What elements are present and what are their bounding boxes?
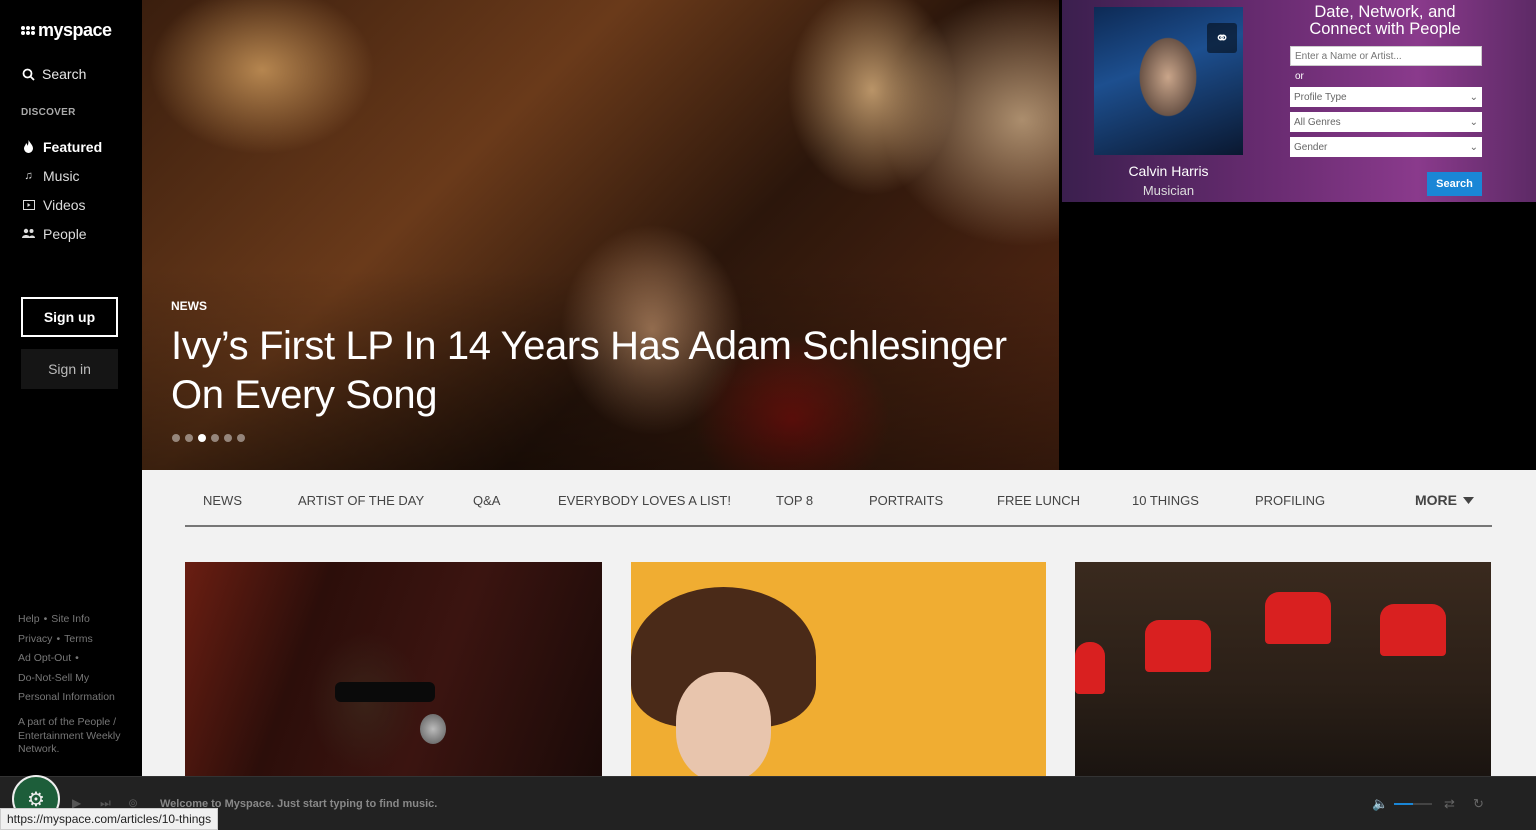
tab-news[interactable]: NEWS: [203, 493, 242, 508]
article-card-2[interactable]: [631, 562, 1046, 776]
volume-fill: [1394, 803, 1414, 805]
hero-tag: NEWS: [171, 299, 207, 313]
ad-opt-out-link[interactable]: Ad Opt-Out: [18, 652, 71, 664]
ad-search-button[interactable]: Search: [1427, 172, 1482, 196]
status-bar-url: https://myspace.com/articles/10-things: [0, 808, 219, 830]
footer-links: Help • Site Info Privacy • Terms Ad Opt-Out •…: [18, 610, 115, 708]
do-not-sell-link-line1[interactable]: Do-Not-Sell My: [18, 669, 115, 689]
volume-control[interactable]: 🔈: [1372, 796, 1433, 812]
ad-profile-name: Calvin Harris: [1128, 163, 1209, 179]
card-image-detail: [1265, 592, 1331, 644]
music-note-icon: ♫: [24, 169, 33, 182]
card-image-detail: [420, 714, 446, 744]
nav-item-videos[interactable]: Videos: [22, 190, 102, 219]
tab-qa[interactable]: Q&A: [473, 493, 500, 508]
tab-free-lunch[interactable]: FREE LUNCH: [997, 493, 1080, 508]
sign-in-button[interactable]: Sign in: [21, 349, 118, 389]
hero-title[interactable]: Ivy’s First LP In 14 Years Has Adam Schl…: [171, 322, 1031, 420]
privacy-link[interactable]: Privacy: [18, 633, 52, 645]
repeat-icon[interactable]: ↻: [1473, 796, 1484, 812]
caret-down-icon: [1463, 496, 1474, 504]
slide-dot[interactable]: [237, 434, 245, 442]
slide-dot-active[interactable]: [198, 434, 206, 442]
tab-profiling[interactable]: PROFILING: [1255, 493, 1325, 508]
nav-item-featured[interactable]: Featured: [22, 132, 102, 161]
discover-nav: Featured ♫ Music Videos People: [22, 132, 102, 248]
slide-dot[interactable]: [224, 434, 232, 442]
more-label: MORE: [1415, 492, 1457, 508]
genres-value: All Genres: [1294, 116, 1341, 128]
hero-slide[interactable]: NEWS Ivy’s First LP In 14 Years Has Adam…: [142, 0, 1059, 470]
profile-type-value: Profile Type: [1294, 91, 1347, 103]
tab-everybody-loves-a-list[interactable]: EVERYBODY LOVES A LIST!: [558, 493, 731, 508]
nav-item-music[interactable]: ♫ Music: [22, 161, 102, 190]
search-link[interactable]: Search: [22, 66, 86, 82]
volume-slider[interactable]: [1394, 803, 1433, 805]
search-icon: [22, 68, 35, 81]
slide-dot[interactable]: [172, 434, 180, 442]
volume-icon: 🔈: [1372, 796, 1389, 811]
myspace-logo[interactable]: myspace: [21, 20, 112, 41]
people-icon: [22, 227, 35, 240]
nav-item-people[interactable]: People: [22, 219, 102, 248]
card-image-detail: [676, 672, 771, 776]
profile-type-select[interactable]: Profile Type ⌄: [1290, 87, 1482, 107]
rings-icon: ⚭: [1207, 23, 1237, 53]
gender-value: Gender: [1294, 141, 1328, 153]
video-icon: [22, 198, 35, 211]
ad-heading: Date, Network, and Connect with People: [1309, 3, 1461, 38]
chevron-down-icon: ⌄: [1469, 116, 1478, 128]
slide-dots: [172, 434, 245, 442]
card-image-detail: [1145, 620, 1211, 672]
logo-text: myspace: [38, 20, 112, 40]
tab-top-8[interactable]: TOP 8: [776, 493, 813, 508]
network-note: A part of the People / Entertainment Wee…: [18, 716, 121, 755]
tab-10-things[interactable]: 10 THINGS: [1132, 493, 1199, 508]
tab-artist-of-the-day[interactable]: ARTIST OF THE DAY: [298, 493, 424, 508]
chevron-down-icon: ⌄: [1469, 91, 1478, 103]
nav-label-videos: Videos: [43, 196, 86, 213]
card-image-detail: [1075, 642, 1105, 694]
slide-dot[interactable]: [185, 434, 193, 442]
sign-up-button[interactable]: Sign up: [21, 297, 118, 337]
tab-portraits[interactable]: PORTRAITS: [869, 493, 943, 508]
article-card-3[interactable]: [1075, 562, 1491, 776]
do-not-sell-link-line2[interactable]: Personal Information: [18, 688, 115, 708]
ad-profile-photo[interactable]: ⚭: [1094, 7, 1243, 155]
ad-or-label: or: [1295, 71, 1304, 82]
category-tabs: NEWS ARTIST OF THE DAY Q&A EVERYBODY LOV…: [185, 482, 1492, 527]
terms-link[interactable]: Terms: [64, 633, 93, 645]
video-player-area[interactable]: [1062, 205, 1536, 470]
site-info-link[interactable]: Site Info: [51, 613, 90, 625]
nav-label-people: People: [43, 225, 87, 242]
nav-label-music: Music: [43, 167, 80, 184]
card-image-detail: [1380, 604, 1446, 656]
genres-select[interactable]: All Genres ⌄: [1290, 112, 1482, 132]
dating-ad-banner: ⚭ Calvin Harris Musician Date, Network, …: [1062, 0, 1536, 202]
chevron-down-icon: ⌄: [1469, 141, 1478, 153]
discover-heading: DISCOVER: [21, 107, 76, 118]
ad-profile-role: Musician: [1142, 183, 1195, 198]
slide-dot[interactable]: [211, 434, 219, 442]
search-label: Search: [42, 66, 87, 82]
flame-icon: [22, 140, 35, 153]
nav-label-featured: Featured: [43, 138, 103, 155]
sidebar: myspace Search DISCOVER Featured ♫ Music…: [0, 0, 142, 776]
more-tabs-button[interactable]: MORE: [1415, 492, 1474, 508]
help-link[interactable]: Help: [18, 613, 40, 625]
gender-select[interactable]: Gender ⌄: [1290, 137, 1482, 157]
card-image-detail: [335, 682, 435, 702]
logo-dots-icon: [21, 26, 35, 35]
article-card-1[interactable]: [185, 562, 602, 776]
ad-name-input[interactable]: [1290, 46, 1482, 66]
shuffle-icon[interactable]: ⇄: [1444, 796, 1455, 812]
